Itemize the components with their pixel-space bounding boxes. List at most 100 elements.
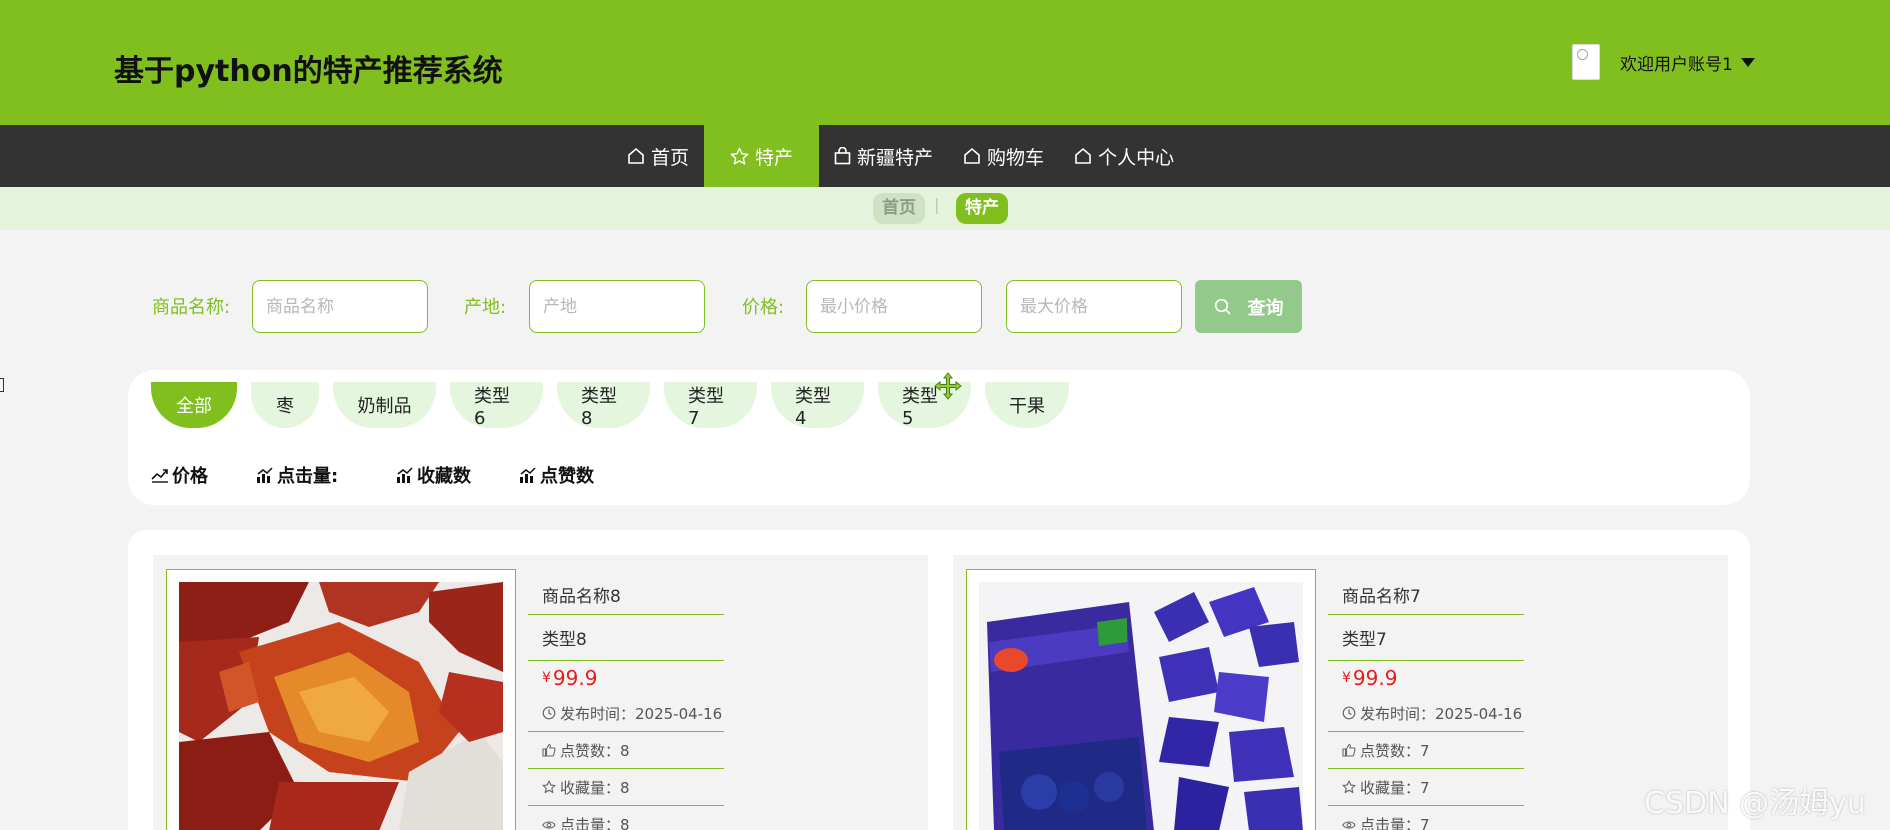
product-likes: 点赞数：8 bbox=[528, 732, 724, 769]
publish-time-text: 发布时间：2025-04-16 bbox=[1360, 704, 1523, 723]
product-name[interactable]: 商品名称8 bbox=[528, 569, 724, 615]
clicks-text: 点击量：7 bbox=[1360, 816, 1430, 830]
user-menu[interactable]: 欢迎用户账号1 bbox=[1572, 44, 1755, 80]
category-tab[interactable]: 类型8 bbox=[557, 382, 650, 429]
category-tab[interactable]: 奶制品 bbox=[333, 382, 436, 428]
product-image-frame[interactable] bbox=[166, 569, 516, 830]
main-nav: 首页 特产 新疆特产 购物车 个人中心 bbox=[0, 125, 1890, 187]
currency-symbol: ¥ bbox=[542, 670, 551, 686]
sort-price-label: 价格 bbox=[172, 466, 208, 487]
product-image-frame[interactable] bbox=[966, 569, 1316, 830]
thumbs-up-icon bbox=[542, 743, 556, 757]
product-publish-time: 发布时间：2025-04-16 bbox=[1328, 695, 1524, 732]
search-icon bbox=[1214, 298, 1231, 315]
category-tab[interactable]: 全部 bbox=[151, 382, 237, 428]
sort-options: 价格 点击量: 收藏数 点赞数 bbox=[151, 462, 851, 488]
min-price-input[interactable] bbox=[806, 280, 982, 333]
product-price: ¥ 99.9 bbox=[1328, 661, 1524, 695]
currency-symbol: ¥ bbox=[1342, 670, 1351, 686]
home-icon bbox=[1075, 147, 1091, 164]
name-input[interactable] bbox=[252, 280, 428, 333]
breadcrumb: 首页 | 特产 bbox=[0, 187, 1890, 230]
search-button[interactable]: 查询 bbox=[1195, 280, 1302, 333]
product-card[interactable]: 商品名称8 类型8 ¥ 99.9 发布时间：2025-04-16 点赞数：8 收… bbox=[153, 555, 928, 830]
site-title: 基于python的特产推荐系统 bbox=[114, 54, 503, 89]
product-name[interactable]: 商品名称7 bbox=[1328, 569, 1524, 615]
favorites-text: 收藏量：8 bbox=[560, 778, 630, 797]
bar-chart-icon bbox=[257, 466, 273, 483]
category-tab[interactable]: 干果 bbox=[985, 382, 1069, 428]
category-tab[interactable]: 类型4 bbox=[771, 382, 864, 429]
sort-favorites[interactable]: 收藏数 bbox=[396, 462, 471, 488]
breadcrumb-home[interactable]: 首页 bbox=[873, 193, 925, 224]
clicks-text: 点击量：8 bbox=[560, 816, 630, 830]
nav-item-profile[interactable]: 个人中心 bbox=[1059, 125, 1189, 187]
sort-likes-label: 点赞数 bbox=[540, 466, 594, 487]
product-card[interactable]: 商品名称7 类型7 ¥ 99.9 发布时间：2025-04-16 点赞数：7 收… bbox=[953, 555, 1728, 830]
bar-chart-icon bbox=[397, 466, 413, 483]
price-label: 价格: bbox=[742, 297, 785, 318]
trend-up-icon bbox=[151, 469, 168, 483]
watermark: CSDN @汤姆yu bbox=[1644, 786, 1866, 821]
clock-icon bbox=[542, 706, 556, 720]
product-type: 类型7 bbox=[1328, 615, 1524, 661]
likes-text: 点赞数：8 bbox=[560, 741, 630, 760]
nav-item-xinjiang[interactable]: 新疆特产 bbox=[819, 125, 948, 187]
search-button-label: 查询 bbox=[1247, 297, 1284, 319]
nav-item-label: 购物车 bbox=[987, 146, 1045, 169]
star-outline-icon bbox=[1342, 780, 1356, 794]
breadcrumb-current: 特产 bbox=[956, 193, 1008, 224]
home-icon bbox=[628, 147, 644, 164]
category-tab[interactable]: 枣 bbox=[251, 382, 319, 428]
nav-item-label: 特产 bbox=[755, 146, 794, 169]
product-info: 商品名称7 类型7 ¥ 99.9 发布时间：2025-04-16 点赞数：7 收… bbox=[1328, 569, 1524, 830]
category-tab[interactable]: 类型6 bbox=[450, 382, 543, 429]
nav-item-cart[interactable]: 购物车 bbox=[948, 125, 1059, 187]
caret-down-icon[interactable] bbox=[1740, 57, 1755, 67]
nav-item-home[interactable]: 首页 bbox=[612, 125, 704, 187]
home-icon bbox=[964, 147, 980, 164]
price-value: 99.9 bbox=[552, 666, 598, 690]
product-favorites: 收藏量：8 bbox=[528, 769, 724, 806]
bag-icon bbox=[834, 147, 851, 165]
nav-item-label: 首页 bbox=[651, 146, 690, 169]
price-value: 99.9 bbox=[1352, 666, 1398, 690]
star-outline-icon bbox=[542, 780, 556, 794]
sort-clicks[interactable]: 点击量: bbox=[256, 462, 338, 488]
product-price: ¥ 99.9 bbox=[528, 661, 724, 695]
clock-icon bbox=[1342, 706, 1356, 720]
nav-item-label: 新疆特产 bbox=[857, 146, 934, 169]
product-info: 商品名称8 类型8 ¥ 99.9 发布时间：2025-04-16 点赞数：8 收… bbox=[528, 569, 724, 830]
move-cursor-icon bbox=[934, 372, 962, 400]
bar-chart-icon bbox=[520, 466, 536, 483]
breadcrumb-separator: | bbox=[934, 195, 940, 214]
origin-label: 产地: bbox=[464, 297, 507, 318]
nav-item-label: 个人中心 bbox=[1098, 146, 1175, 169]
sort-price[interactable]: 价格 bbox=[151, 462, 208, 488]
category-tab[interactable]: 类型7 bbox=[664, 382, 757, 429]
sort-favorites-label: 收藏数 bbox=[417, 466, 471, 487]
product-image[interactable] bbox=[979, 582, 1303, 830]
sort-likes[interactable]: 点赞数 bbox=[519, 462, 594, 488]
product-favorites: 收藏量：7 bbox=[1328, 769, 1524, 806]
eye-icon bbox=[542, 820, 556, 829]
edge-marker bbox=[0, 378, 4, 392]
product-likes: 点赞数：7 bbox=[1328, 732, 1524, 769]
publish-time-text: 发布时间：2025-04-16 bbox=[560, 704, 723, 723]
product-clicks: 点击量：8 bbox=[528, 806, 724, 830]
product-type: 类型8 bbox=[528, 615, 724, 661]
name-label: 商品名称: bbox=[152, 297, 231, 318]
avatar[interactable] bbox=[1572, 44, 1600, 80]
nav-item-specialty[interactable]: 特产 bbox=[704, 125, 820, 187]
origin-input[interactable] bbox=[529, 280, 705, 333]
eye-icon bbox=[1342, 820, 1356, 829]
product-publish-time: 发布时间：2025-04-16 bbox=[528, 695, 724, 732]
star-icon bbox=[730, 147, 749, 165]
product-image[interactable] bbox=[179, 582, 503, 830]
sort-clicks-label: 点击量: bbox=[277, 466, 339, 487]
header: 基于python的特产推荐系统 欢迎用户账号1 bbox=[0, 0, 1890, 125]
user-welcome[interactable]: 欢迎用户账号1 bbox=[1620, 50, 1733, 75]
max-price-input[interactable] bbox=[1006, 280, 1182, 333]
likes-text: 点赞数：7 bbox=[1360, 741, 1430, 760]
product-clicks: 点击量：7 bbox=[1328, 806, 1524, 830]
